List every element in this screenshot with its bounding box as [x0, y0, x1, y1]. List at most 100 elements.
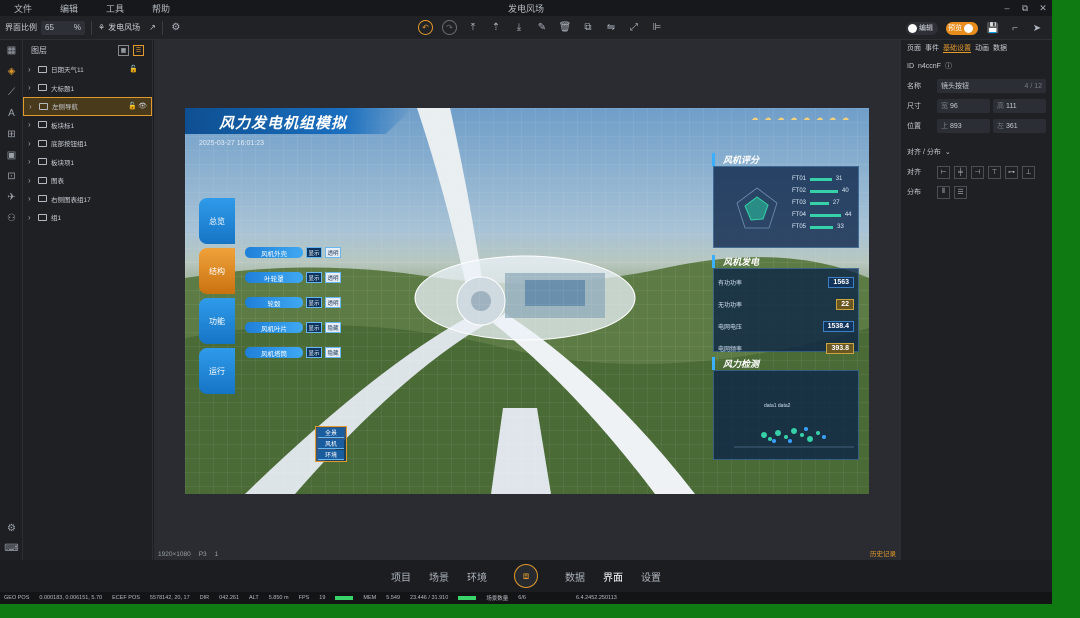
expand-icon[interactable]: ⤢ [627, 21, 641, 35]
top-input[interactable]: 上 893 [937, 119, 990, 133]
history-button[interactable]: 历史记录 [870, 548, 896, 558]
undo-icon[interactable]: ↶ [418, 20, 433, 35]
chevron-right-icon[interactable]: › [28, 83, 38, 92]
canvas-area[interactable]: 风力发电机组模拟 2025-03-27 16:01:23 ☁ ☁ ☁ ☁ ☁ ☁… [154, 40, 900, 560]
scale-input[interactable]: 65 % [41, 20, 85, 35]
height-input[interactable]: 高 111 [993, 99, 1046, 113]
settings-icon[interactable]: ⚙ [169, 21, 183, 35]
widget-icon[interactable]: ⊡ [0, 166, 23, 187]
align-top-icon[interactable]: ⊤ [988, 165, 1001, 179]
toggle-button[interactable]: 隐藏 [325, 322, 341, 333]
chevron-right-icon[interactable]: › [28, 176, 38, 185]
table-icon[interactable]: ⊞ [0, 124, 23, 145]
show-button[interactable]: 显示 [306, 297, 322, 308]
layer-item[interactable]: › 板块项1 [23, 153, 152, 172]
keyboard-icon[interactable]: ⌨ [0, 538, 23, 559]
chevron-right-icon[interactable]: › [28, 120, 38, 129]
maximize-icon[interactable]: ⧉ [1020, 3, 1030, 14]
tab-overview[interactable]: 总览 [199, 198, 235, 244]
bring-forward-icon[interactable]: ⤒ [466, 21, 480, 35]
delete-icon[interactable]: 🗑 [558, 21, 572, 35]
wind-scene-button[interactable]: ⚘ 发电风场 ↗ [98, 22, 156, 33]
copy-icon[interactable]: ⧉ [581, 21, 595, 35]
layer-item[interactable]: › 左侧导航 🔓 👁 [23, 97, 152, 116]
minimize-icon[interactable]: – [1002, 3, 1012, 13]
menu-file[interactable]: 文件 [0, 2, 46, 15]
show-button[interactable]: 显示 [306, 272, 322, 283]
camera-environment[interactable]: 环境 [318, 450, 344, 460]
layer-item[interactable]: › 右侧图表组17 [23, 190, 152, 209]
brush-icon[interactable]: ✎ [535, 21, 549, 35]
chevron-right-icon[interactable]: › [28, 139, 38, 148]
eye-icon[interactable]: 👁 [138, 102, 147, 110]
camera-overview[interactable]: 全景 [318, 428, 344, 438]
edit-toggle[interactable]: 编辑 [906, 21, 938, 35]
distribute-vertical-icon[interactable]: ☰ [954, 185, 967, 199]
align-right-icon[interactable]: ⊣ [971, 165, 984, 179]
layers-icon[interactable]: ◈ [0, 61, 23, 82]
chevron-right-icon[interactable]: › [28, 65, 38, 74]
bring-top-icon[interactable]: ⇡ [489, 21, 503, 35]
tab-structure[interactable]: 结构 [199, 248, 235, 294]
flip-icon[interactable]: ⇋ [604, 21, 618, 35]
tab-1[interactable]: 事件 [925, 43, 939, 53]
toggle-button[interactable]: 透明 [325, 297, 341, 308]
chevron-right-icon[interactable]: › [28, 157, 38, 166]
camera-menu[interactable]: 全景 风机 环境 [315, 426, 347, 462]
chevron-right-icon[interactable]: › [28, 213, 38, 222]
user-icon[interactable]: ⚇ [0, 208, 23, 229]
layer-item[interactable]: › 图表 [23, 171, 152, 190]
show-button[interactable]: 显示 [306, 347, 322, 358]
chart-icon[interactable]: ⟋ [0, 82, 23, 103]
nav-scene[interactable]: 场景 [429, 569, 449, 584]
menu-tools[interactable]: 工具 [92, 2, 138, 15]
show-button[interactable]: 显示 [306, 322, 322, 333]
layer-item[interactable]: › 日期天气11 🔓 [23, 60, 152, 79]
align-bottom-icon[interactable]: ⊥ [1022, 165, 1035, 179]
menu-edit[interactable]: 编辑 [46, 2, 92, 15]
save-icon[interactable]: 💾 [986, 21, 1000, 35]
nav-interface[interactable]: 界面 [603, 569, 623, 584]
tab-operation[interactable]: 运行 [199, 348, 235, 394]
show-button[interactable]: 显示 [306, 247, 322, 258]
tab-2[interactable]: 基础设置 [943, 43, 971, 53]
distribute-horizontal-icon[interactable]: ⫴ [937, 185, 950, 199]
nav-settings[interactable]: 设置 [641, 569, 661, 584]
nav-environment[interactable]: 环境 [467, 569, 487, 584]
text-icon[interactable]: A [0, 103, 23, 124]
tab-3[interactable]: 动画 [975, 43, 989, 53]
layer-item[interactable]: › 底部按钮组1 [23, 134, 152, 153]
toggle-button[interactable]: 隐藏 [325, 347, 341, 358]
width-input[interactable]: 宽 96 [937, 99, 990, 113]
nav-project[interactable]: 项目 [391, 569, 411, 584]
media-icon[interactable]: ▣ [0, 145, 23, 166]
chevron-right-icon[interactable]: › [28, 194, 38, 203]
layer-item[interactable]: › 板块标1 [23, 116, 152, 135]
close-icon[interactable]: ✕ [1038, 3, 1048, 14]
menu-help[interactable]: 帮助 [138, 2, 184, 15]
tab-0[interactable]: 页面 [907, 43, 921, 53]
camera-turbine[interactable]: 风机 [318, 439, 344, 449]
align-left-icon[interactable]: ⊢ [937, 165, 950, 179]
help-icon[interactable]: ⓘ [945, 61, 952, 71]
preview-toggle[interactable]: 预览 [946, 21, 978, 35]
toggle-button[interactable]: 透明 [325, 272, 341, 283]
home-cube-icon[interactable]: ⧈ [514, 564, 538, 588]
list-view-icon[interactable]: ☰ [133, 44, 144, 56]
redo-icon[interactable]: ↷ [442, 20, 457, 35]
left-input[interactable]: 左 361 [993, 119, 1046, 133]
gear-icon[interactable]: ⚙ [0, 518, 23, 539]
align-center-icon[interactable]: ╪ [954, 165, 967, 179]
send-backward-icon[interactable]: ⤓ [512, 21, 526, 35]
send-icon[interactable]: ➤ [1030, 21, 1044, 35]
toggle-button[interactable]: 透明 [325, 247, 341, 258]
crop-icon[interactable]: ⌐ [1008, 21, 1022, 35]
align-middle-icon[interactable]: ⊶ [1005, 165, 1018, 179]
components-icon[interactable]: ▦ [0, 40, 23, 61]
grid-view-icon[interactable]: ▦ [118, 44, 129, 56]
tab-function[interactable]: 功能 [199, 298, 235, 344]
align-section-toggle[interactable]: 对齐 / 分布 ⌄ [901, 142, 1052, 162]
name-input[interactable]: 镜头按钮 4 / 12 [937, 79, 1046, 93]
scene-preview[interactable]: 风力发电机组模拟 2025-03-27 16:01:23 ☁ ☁ ☁ ☁ ☁ ☁… [185, 108, 869, 494]
tab-4[interactable]: 数据 [993, 43, 1007, 53]
